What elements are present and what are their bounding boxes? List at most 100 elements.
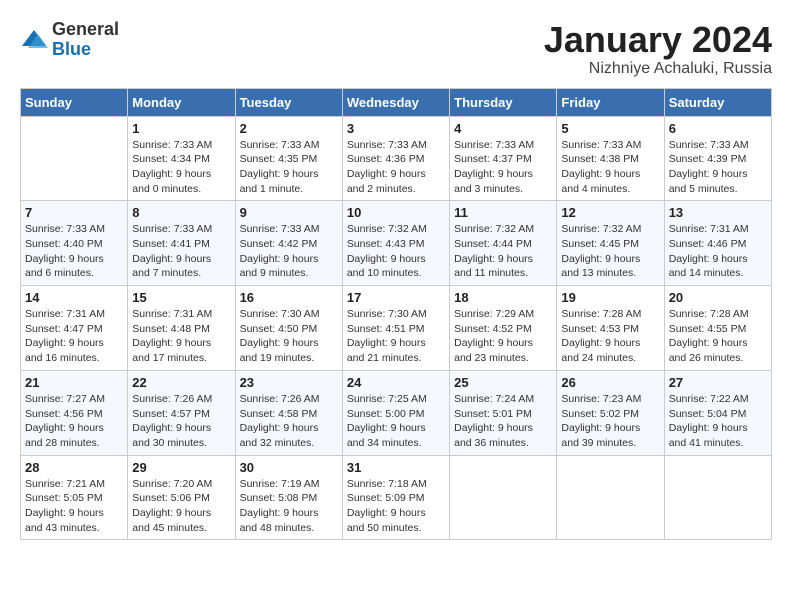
title-block: January 2024 Nizhniye Achaluki, Russia [544,20,772,78]
calendar-week-row: 28 Sunrise: 7:21 AM Sunset: 5:05 PM Dayli… [21,455,772,540]
day-info: Sunrise: 7:24 AM Sunset: 5:01 PM Dayligh… [454,392,552,451]
day-info: Sunrise: 7:33 AM Sunset: 4:36 PM Dayligh… [347,138,445,197]
calendar-cell: 3Sunrise: 7:33 AM Sunset: 4:36 PM Daylig… [342,116,449,201]
calendar-week-row: 7 Sunrise: 7:33 AM Sunset: 4:40 PM Daylig… [21,201,772,286]
day-number: 25 [454,375,552,390]
day-info: Sunrise: 7:23 AM Sunset: 5:02 PM Dayligh… [561,392,659,451]
calendar-cell: 5Sunrise: 7:33 AM Sunset: 4:38 PM Daylig… [557,116,664,201]
calendar-cell: 29Sunrise: 7:20 AM Sunset: 5:06 PM Dayli… [128,455,235,540]
day-number: 17 [347,290,445,305]
day-number: 9 [240,205,338,220]
col-header-wednesday: Wednesday [342,88,449,116]
calendar-table: SundayMondayTuesdayWednesdayThursdayFrid… [20,88,772,541]
day-info: Sunrise: 7:21 AM Sunset: 5:05 PM Dayligh… [25,477,123,536]
col-header-sunday: Sunday [21,88,128,116]
day-number: 27 [669,375,767,390]
day-number: 18 [454,290,552,305]
day-info: Sunrise: 7:33 AM Sunset: 4:39 PM Dayligh… [669,138,767,197]
calendar-cell: 20 Sunrise: 7:28 AM Sunset: 4:55 PM Dayli… [664,286,771,371]
calendar-cell: 26 Sunrise: 7:23 AM Sunset: 5:02 PM Dayli… [557,370,664,455]
day-number: 24 [347,375,445,390]
day-info: Sunrise: 7:30 AM Sunset: 4:50 PM Dayligh… [240,307,338,366]
calendar-cell: 12 Sunrise: 7:32 AM Sunset: 4:45 PM Dayli… [557,201,664,286]
day-info: Sunrise: 7:33 AM Sunset: 4:34 PM Dayligh… [132,138,230,197]
calendar-cell: 22 Sunrise: 7:26 AM Sunset: 4:57 PM Dayli… [128,370,235,455]
logo-general: General [52,19,119,39]
day-info: Sunrise: 7:31 AM Sunset: 4:46 PM Dayligh… [669,222,767,281]
calendar-week-row: 14 Sunrise: 7:31 AM Sunset: 4:47 PM Dayli… [21,286,772,371]
calendar-cell: 24 Sunrise: 7:25 AM Sunset: 5:00 PM Dayli… [342,370,449,455]
day-number: 22 [132,375,230,390]
calendar-cell: 6Sunrise: 7:33 AM Sunset: 4:39 PM Daylig… [664,116,771,201]
calendar-cell: 23 Sunrise: 7:26 AM Sunset: 4:58 PM Dayli… [235,370,342,455]
day-number: 1 [132,121,230,136]
calendar-cell: 30 Sunrise: 7:19 AM Sunset: 5:08 PM Dayli… [235,455,342,540]
day-info: Sunrise: 7:28 AM Sunset: 4:53 PM Dayligh… [561,307,659,366]
col-header-saturday: Saturday [664,88,771,116]
day-info: Sunrise: 7:32 AM Sunset: 4:44 PM Dayligh… [454,222,552,281]
day-info: Sunrise: 7:32 AM Sunset: 4:43 PM Dayligh… [347,222,445,281]
day-number: 13 [669,205,767,220]
day-info: Sunrise: 7:19 AM Sunset: 5:08 PM Dayligh… [240,477,338,536]
calendar-cell [557,455,664,540]
day-number: 16 [240,290,338,305]
calendar-cell: 25 Sunrise: 7:24 AM Sunset: 5:01 PM Dayli… [450,370,557,455]
calendar-cell: 8 Sunrise: 7:33 AM Sunset: 4:41 PM Daylig… [128,201,235,286]
calendar-cell: 2Sunrise: 7:33 AM Sunset: 4:35 PM Daylig… [235,116,342,201]
day-info: Sunrise: 7:26 AM Sunset: 4:58 PM Dayligh… [240,392,338,451]
day-info: Sunrise: 7:22 AM Sunset: 5:04 PM Dayligh… [669,392,767,451]
logo-text: General Blue [52,20,119,60]
day-number: 29 [132,460,230,475]
calendar-cell [664,455,771,540]
day-number: 15 [132,290,230,305]
day-number: 19 [561,290,659,305]
day-number: 26 [561,375,659,390]
calendar-cell [450,455,557,540]
day-info: Sunrise: 7:33 AM Sunset: 4:42 PM Dayligh… [240,222,338,281]
logo-icon [20,26,48,54]
calendar-header-row: SundayMondayTuesdayWednesdayThursdayFrid… [21,88,772,116]
page-header: General Blue January 2024 Nizhniye Achal… [20,20,772,78]
day-number: 5 [561,121,659,136]
calendar-cell: 27 Sunrise: 7:22 AM Sunset: 5:04 PM Dayli… [664,370,771,455]
day-number: 14 [25,290,123,305]
day-info: Sunrise: 7:26 AM Sunset: 4:57 PM Dayligh… [132,392,230,451]
day-number: 7 [25,205,123,220]
day-info: Sunrise: 7:33 AM Sunset: 4:37 PM Dayligh… [454,138,552,197]
day-number: 31 [347,460,445,475]
day-number: 12 [561,205,659,220]
day-info: Sunrise: 7:33 AM Sunset: 4:41 PM Dayligh… [132,222,230,281]
calendar-week-row: 1 Sunrise: 7:33 AM Sunset: 4:34 PM Daylig… [21,116,772,201]
day-number: 20 [669,290,767,305]
day-number: 30 [240,460,338,475]
calendar-cell: 9 Sunrise: 7:33 AM Sunset: 4:42 PM Daylig… [235,201,342,286]
day-info: Sunrise: 7:30 AM Sunset: 4:51 PM Dayligh… [347,307,445,366]
calendar-cell: 31Sunrise: 7:18 AM Sunset: 5:09 PM Dayli… [342,455,449,540]
calendar-cell: 28 Sunrise: 7:21 AM Sunset: 5:05 PM Dayli… [21,455,128,540]
calendar-cell: 19 Sunrise: 7:28 AM Sunset: 4:53 PM Dayli… [557,286,664,371]
calendar-cell: 10Sunrise: 7:32 AM Sunset: 4:43 PM Dayli… [342,201,449,286]
calendar-cell: 7 Sunrise: 7:33 AM Sunset: 4:40 PM Daylig… [21,201,128,286]
calendar-cell [21,116,128,201]
day-info: Sunrise: 7:31 AM Sunset: 4:48 PM Dayligh… [132,307,230,366]
day-info: Sunrise: 7:31 AM Sunset: 4:47 PM Dayligh… [25,307,123,366]
col-header-tuesday: Tuesday [235,88,342,116]
calendar-cell: 13 Sunrise: 7:31 AM Sunset: 4:46 PM Dayli… [664,201,771,286]
day-info: Sunrise: 7:28 AM Sunset: 4:55 PM Dayligh… [669,307,767,366]
day-number: 2 [240,121,338,136]
day-number: 8 [132,205,230,220]
day-info: Sunrise: 7:32 AM Sunset: 4:45 PM Dayligh… [561,222,659,281]
col-header-thursday: Thursday [450,88,557,116]
day-number: 23 [240,375,338,390]
location-title: Nizhniye Achaluki, Russia [544,60,772,78]
day-info: Sunrise: 7:27 AM Sunset: 4:56 PM Dayligh… [25,392,123,451]
calendar-cell: 15 Sunrise: 7:31 AM Sunset: 4:48 PM Dayli… [128,286,235,371]
month-title: January 2024 [544,20,772,60]
logo: General Blue [20,20,119,60]
day-info: Sunrise: 7:33 AM Sunset: 4:40 PM Dayligh… [25,222,123,281]
calendar-cell: 1 Sunrise: 7:33 AM Sunset: 4:34 PM Daylig… [128,116,235,201]
day-info: Sunrise: 7:25 AM Sunset: 5:00 PM Dayligh… [347,392,445,451]
calendar-cell: 14 Sunrise: 7:31 AM Sunset: 4:47 PM Dayli… [21,286,128,371]
day-number: 4 [454,121,552,136]
day-number: 28 [25,460,123,475]
